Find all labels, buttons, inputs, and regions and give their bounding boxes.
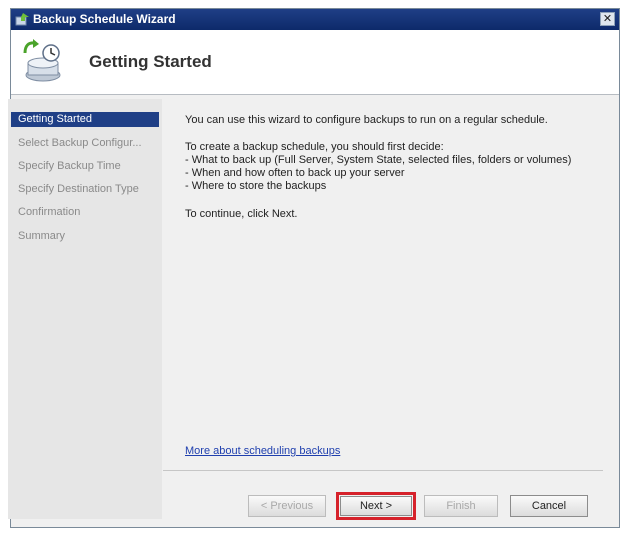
page-title: Getting Started (89, 52, 212, 71)
cancel-button[interactable]: Cancel (510, 495, 588, 517)
app-icon (15, 13, 29, 26)
intro-text: You can use this wizard to configure bac… (185, 114, 548, 126)
nav-step-select-backup-configuration[interactable]: Select Backup Configur... (11, 136, 159, 151)
bullet-what: - What to back up (Full Server, System S… (185, 154, 572, 166)
wizard-steps-nav: Getting Started Select Backup Configur..… (8, 99, 162, 519)
backup-schedule-icon (23, 39, 61, 82)
continue-text: To continue, click Next. (185, 208, 298, 220)
nav-step-summary[interactable]: Summary (11, 229, 159, 244)
close-button[interactable]: ✕ (600, 12, 615, 26)
more-about-scheduling-link[interactable]: More about scheduling backups (185, 445, 340, 457)
next-button-highlight (336, 492, 416, 520)
title-bar: Backup Schedule Wizard ✕ (11, 9, 619, 30)
nav-step-confirmation[interactable]: Confirmation (11, 205, 159, 220)
bullet-where: - Where to store the backups (185, 180, 327, 192)
nav-step-specify-destination-type[interactable]: Specify Destination Type (11, 182, 159, 197)
wizard-header: Getting Started (11, 30, 619, 95)
bullet-when: - When and how often to back up your ser… (185, 167, 405, 179)
window-title: Backup Schedule Wizard (33, 12, 176, 26)
nav-step-specify-backup-time[interactable]: Specify Backup Time (11, 159, 159, 174)
close-icon: ✕ (602, 13, 613, 25)
wizard-content: You can use this wizard to configure bac… (163, 99, 603, 471)
finish-button[interactable]: Finish (424, 495, 498, 517)
previous-button[interactable]: < Previous (248, 495, 326, 517)
footer-separator (163, 470, 603, 471)
nav-step-getting-started[interactable]: Getting Started (11, 112, 159, 127)
decide-heading: To create a backup schedule, you should … (185, 141, 444, 153)
